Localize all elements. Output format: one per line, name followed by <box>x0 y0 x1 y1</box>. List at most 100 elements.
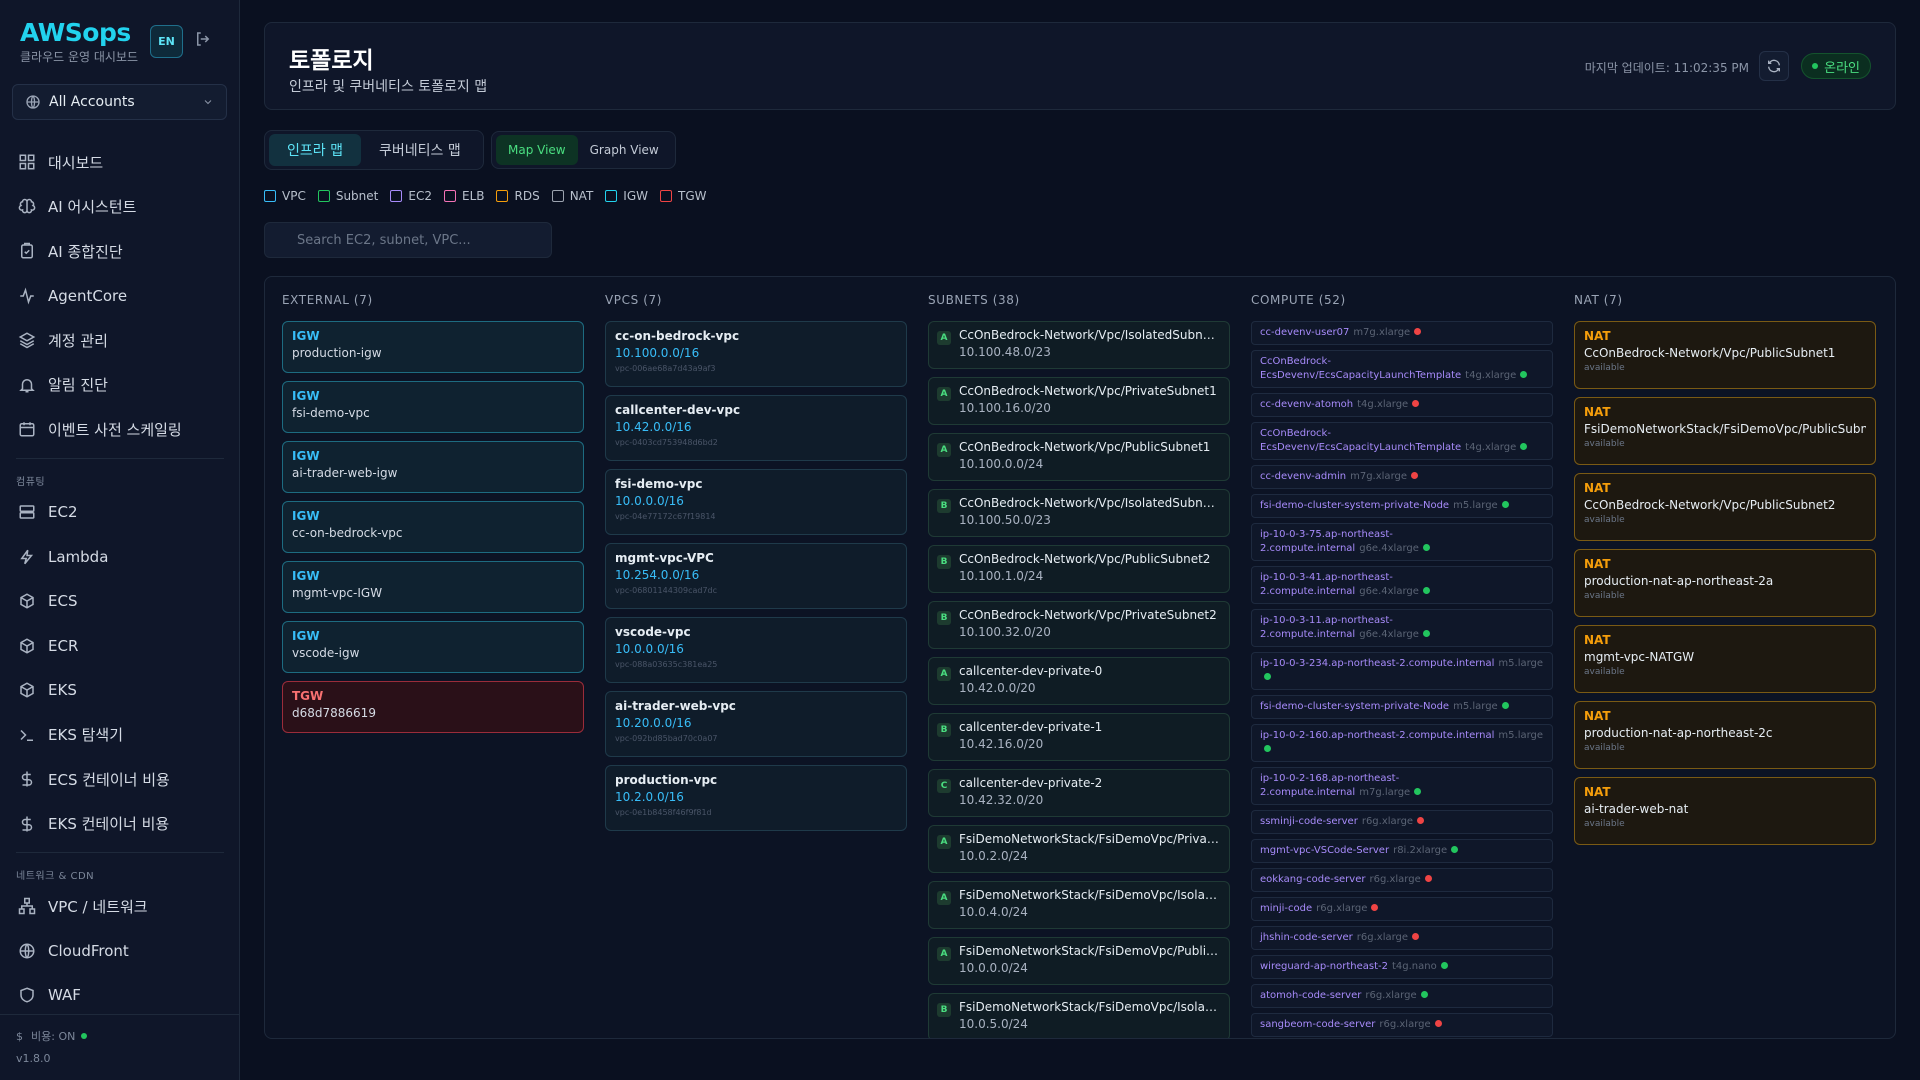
sidebar-item-main-5[interactable]: 알림 진단 <box>0 367 240 403</box>
graph-view-button[interactable]: Graph View <box>578 135 671 165</box>
sidebar-item-network-1[interactable]: CloudFront <box>0 933 240 969</box>
sidebar-item-compute-3[interactable]: ECR <box>0 628 240 664</box>
vpc-name: mgmt-vpc-VPC <box>615 551 714 565</box>
compute-instance-row[interactable]: atomoh-code-server r6g.xlarge <box>1251 984 1553 1008</box>
refresh-button[interactable] <box>1759 51 1789 81</box>
vpc-card[interactable]: fsi-demo-vpc 10.0.0.0/16 vpc-04e77172c67f1… <box>605 469 907 535</box>
compute-instance-row[interactable]: CcOnBedrock-EcsDevenv/EcsCapacityLaunchT… <box>1251 350 1553 388</box>
compute-instance-row[interactable]: ip-10-0-3-41.ap-northeast-2.compute.inte… <box>1251 566 1553 604</box>
filter-ec2[interactable]: EC2 <box>390 188 432 204</box>
compute-instance-row[interactable]: cc-devenv-user07 m7g.xlarge <box>1251 321 1553 345</box>
language-toggle-button[interactable]: EN <box>150 25 183 58</box>
filter-subnet[interactable]: Subnet <box>317 188 378 204</box>
igw-card[interactable]: IGW fsi-demo-vpc <box>282 381 584 433</box>
brand[interactable]: AWSops 클라우드 운영 대시보드 <box>20 18 138 65</box>
instance-type: t4g.xlarge <box>1357 399 1409 410</box>
nat-card[interactable]: NAT production-nat-ap-northeast-2c availab… <box>1574 701 1876 769</box>
subnet-card[interactable]: B CcOnBedrock-Network/Vpc/IsolatedSubnet2… <box>928 489 1230 537</box>
sidebar-item-label: 이벤트 사전 스케일링 <box>48 420 182 439</box>
subnet-card[interactable]: B CcOnBedrock-Network/Vpc/PrivateSubnet2 1… <box>928 601 1230 649</box>
compute-instance-row[interactable]: mgmt-vpc-VSCode-Server r8i.2xlarge <box>1251 839 1553 863</box>
igw-card[interactable]: IGW mgmt-vpc-IGW <box>282 561 584 613</box>
subnet-card[interactable]: Ccallcenter-dev-private-2 10.42.32.0/20 <box>928 769 1230 817</box>
filter-rds[interactable]: RDS <box>496 188 540 204</box>
filter-tgw[interactable]: TGW <box>659 188 706 204</box>
vpc-card[interactable]: ai-trader-web-vpc 10.20.0.0/16 vpc-092bd85… <box>605 691 907 757</box>
igw-card[interactable]: IGW vscode-igw <box>282 621 584 673</box>
sidebar-item-main-6[interactable]: 이벤트 사전 스케일링 <box>0 411 240 447</box>
subnet-card[interactable]: Bcallcenter-dev-private-1 10.42.16.0/20 <box>928 713 1230 761</box>
igw-card[interactable]: IGW ai-trader-web-igw <box>282 441 584 493</box>
compute-instance-row[interactable]: fsi-demo-cluster-system-private-Node m5.l… <box>1251 494 1553 518</box>
account-selector[interactable]: All Accounts <box>12 84 227 120</box>
vpc-card[interactable]: callcenter-dev-vpc 10.42.0.0/16 vpc-0403cd… <box>605 395 907 461</box>
filter-elb[interactable]: ELB <box>443 188 484 204</box>
subnet-card[interactable]: Acallcenter-dev-private-0 10.42.0.0/20 <box>928 657 1230 705</box>
sidebar-item-network-2[interactable]: WAF <box>0 977 240 1013</box>
nat-card[interactable]: NAT production-nat-ap-northeast-2a availab… <box>1574 549 1876 617</box>
sidebar-item-label: EKS 탐색기 <box>48 726 124 744</box>
compute-instance-row[interactable]: fsi-demo-cluster-system-private-Node m5.l… <box>1251 695 1553 719</box>
checkbox-icon <box>605 190 618 202</box>
subnet-card[interactable]: B FsiDemoNetworkStack/FsiDemoVpc/Isolated… <box>928 993 1230 1038</box>
compute-instance-row[interactable]: sangbeom-code-server r6g.xlarge <box>1251 1013 1553 1037</box>
compute-instance-row[interactable]: ip-10-0-3-75.ap-northeast-2.compute.inte… <box>1251 523 1553 561</box>
vpc-card[interactable]: cc-on-bedrock-vpc 10.100.0.0/16 vpc-006ae6… <box>605 321 907 387</box>
filter-igw[interactable]: IGW <box>605 188 648 204</box>
nat-card[interactable]: NAT FsiDemoNetworkStack/FsiDemoVpc/Public… <box>1574 397 1876 465</box>
sidebar-item-network-0[interactable]: VPC / 네트워크 <box>0 888 240 924</box>
sidebar-item-compute-6[interactable]: ECS 컨테이너 비용 <box>0 761 240 797</box>
compute-instance-row[interactable]: ip-10-0-3-11.ap-northeast-2.compute.inte… <box>1251 609 1553 647</box>
subnet-card[interactable]: A CcOnBedrock-Network/Vpc/PrivateSubnet1 1… <box>928 377 1230 425</box>
sidebar-item-main-2[interactable]: AI 종합진단 <box>0 233 240 269</box>
nat-card[interactable]: NAT ai-trader-web-nat available <box>1574 777 1876 845</box>
filter-nat[interactable]: NAT <box>551 188 593 204</box>
compute-instance-row[interactable]: CcOnBedrock-EcsDevenv/EcsCapacityLaunchT… <box>1251 422 1553 460</box>
compute-instance-row[interactable]: cc-devenv-admin m7g.xlarge <box>1251 465 1553 489</box>
sidebar-item-main-1[interactable]: AI 어시스턴트 <box>0 189 240 225</box>
compute-instance-row[interactable]: ssminji-code-server r6g.xlarge <box>1251 810 1553 834</box>
tab-infra-map[interactable]: 인프라 맵 <box>269 134 361 166</box>
search-input[interactable] <box>264 222 552 258</box>
nat-card[interactable]: NAT CcOnBedrock-Network/Vpc/PublicSubnet1… <box>1574 321 1876 389</box>
igw-card[interactable]: IGW cc-on-bedrock-vpc <box>282 501 584 553</box>
nat-card[interactable]: NAT CcOnBedrock-Network/Vpc/PublicSubnet2… <box>1574 473 1876 541</box>
subnet-card[interactable]: A FsiDemoNetworkStack/FsiDemoVpc/PrivateS… <box>928 825 1230 873</box>
compute-instance-row[interactable]: eokkang-code-server r6g.xlarge <box>1251 868 1553 892</box>
subnet-card[interactable]: B CcOnBedrock-Network/Vpc/PublicSubnet2 10… <box>928 545 1230 593</box>
compute-instance-row[interactable]: ip-10-0-3-234.ap-northeast-2.compute.int… <box>1251 652 1553 690</box>
vpc-card[interactable]: vscode-vpc 10.0.0.0/16 vpc-088a03635c381ea… <box>605 617 907 683</box>
vpc-card[interactable]: production-vpc 10.2.0.0/16 vpc-0e1b8458f46… <box>605 765 907 831</box>
sidebar-item-compute-0[interactable]: EC2 <box>0 494 240 530</box>
filter-vpc[interactable]: VPC <box>264 188 306 204</box>
compute-instance-row[interactable]: jhshin-code-server r6g.xlarge <box>1251 926 1553 950</box>
nat-card[interactable]: NAT mgmt-vpc-NATGW available <box>1574 625 1876 693</box>
compute-instance-row[interactable]: minji-code r6g.xlarge <box>1251 897 1553 921</box>
sidebar-item-compute-1[interactable]: Lambda <box>0 539 240 575</box>
logout-button[interactable] <box>194 30 214 50</box>
compute-instance-row[interactable]: wireguard-ap-northeast-2 t4g.nano <box>1251 955 1553 979</box>
subnet-name: callcenter-dev-private-1 <box>959 720 1103 734</box>
map-view-button[interactable]: Map View <box>496 135 578 165</box>
igw-card[interactable]: IGW production-igw <box>282 321 584 373</box>
compute-instance-row[interactable]: ip-10-0-2-168.ap-northeast-2.compute.int… <box>1251 767 1553 805</box>
instance-type: m5.large <box>1453 701 1498 712</box>
compute-instance-row[interactable]: cc-devenv-atomoh t4g.xlarge <box>1251 393 1553 417</box>
compute-instance-row[interactable]: ip-10-0-2-160.ap-northeast-2.compute.int… <box>1251 724 1553 762</box>
sidebar-item-compute-5[interactable]: EKS 탐색기 <box>0 717 240 753</box>
sidebar-item-main-0[interactable]: 대시보드 <box>0 144 240 180</box>
instance-state-dot <box>1451 846 1459 853</box>
calendar-icon <box>19 422 35 437</box>
sidebar-item-compute-2[interactable]: ECS <box>0 583 240 619</box>
tgw-card[interactable]: TGW d68d7886619 <box>282 681 584 733</box>
subnet-card[interactable]: A FsiDemoNetworkStack/FsiDemoVpc/PublicSu… <box>928 937 1230 985</box>
subnet-card[interactable]: A FsiDemoNetworkStack/FsiDemoVpc/Isolated… <box>928 881 1230 929</box>
subnet-card[interactable]: A CcOnBedrock-Network/Vpc/IsolatedSubnet1… <box>928 321 1230 369</box>
sidebar-item-main-3[interactable]: AgentCore <box>0 278 240 314</box>
tab-k8s-map[interactable]: 쿠버네티스 맵 <box>361 134 479 166</box>
sidebar-item-compute-4[interactable]: EKS <box>0 672 240 708</box>
sidebar-item-main-4[interactable]: 계정 관리 <box>0 322 240 358</box>
sidebar-item-compute-7[interactable]: EKS 컨테이너 비용 <box>0 806 240 842</box>
subnet-card[interactable]: A CcOnBedrock-Network/Vpc/PublicSubnet1 10… <box>928 433 1230 481</box>
vpc-card[interactable]: mgmt-vpc-VPC 10.254.0.0/16 vpc-06801144309… <box>605 543 907 609</box>
